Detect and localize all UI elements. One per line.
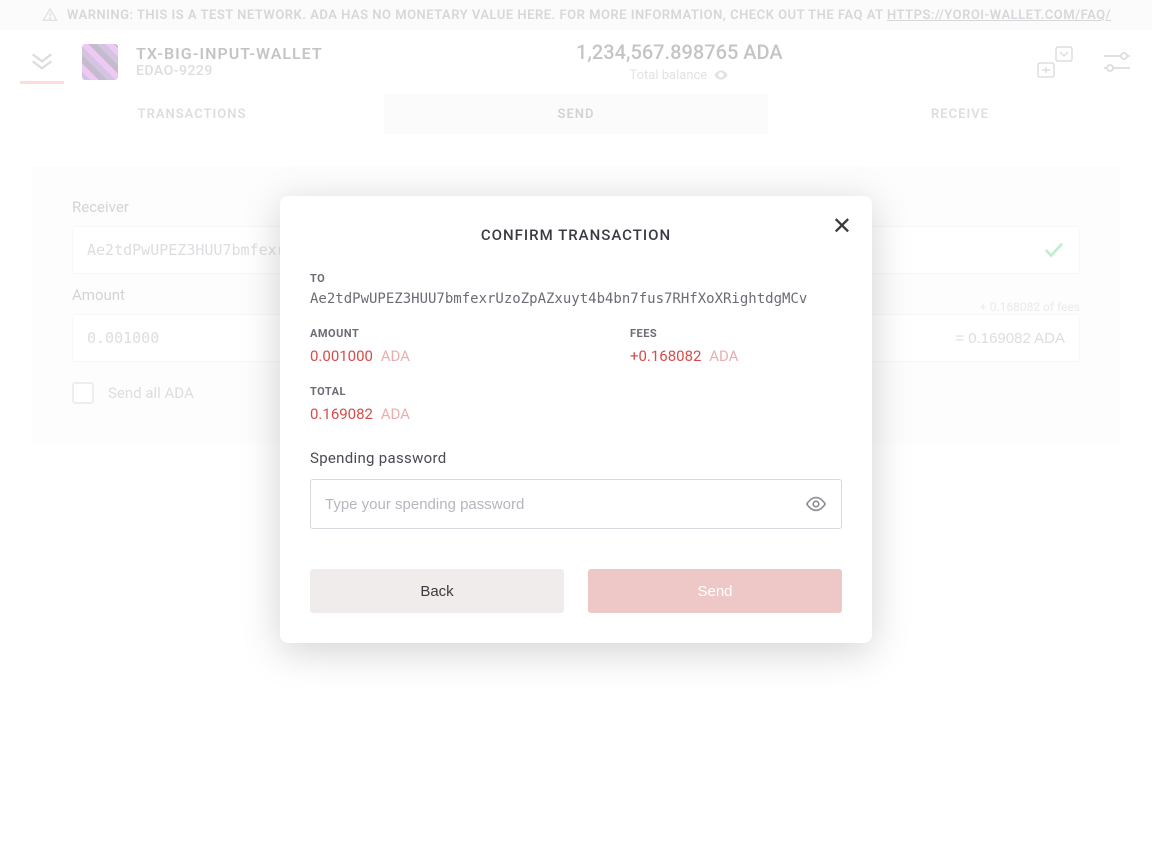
to-value: Ae2tdPwUPEZ3HUU7bmfexrUzoZpAZxuyt4b4bn7f… bbox=[310, 291, 842, 307]
fees-label-modal: FEES bbox=[630, 327, 738, 340]
modal-title: CONFIRM TRANSACTION bbox=[310, 226, 842, 244]
confirm-tx-modal: CONFIRM TRANSACTION ✕ TO Ae2tdPwUPEZ3HUU… bbox=[280, 196, 872, 643]
amount-value-modal: 0.001000 ADA bbox=[310, 346, 410, 365]
close-icon[interactable]: ✕ bbox=[832, 214, 852, 238]
to-label: TO bbox=[310, 272, 842, 285]
modal-overlay: CONFIRM TRANSACTION ✕ TO Ae2tdPwUPEZ3HUU… bbox=[0, 0, 1152, 847]
total-label-modal: TOTAL bbox=[310, 385, 842, 398]
amount-label-modal: AMOUNT bbox=[310, 327, 410, 340]
total-value-modal: 0.169082 ADA bbox=[310, 404, 842, 423]
back-button[interactable]: Back bbox=[310, 569, 564, 613]
spending-password-input[interactable] bbox=[325, 496, 827, 513]
spending-password-label: Spending password bbox=[310, 449, 842, 467]
eye-icon[interactable] bbox=[805, 493, 827, 515]
fees-value-modal: +0.168082 ADA bbox=[630, 346, 738, 365]
spending-password-input-wrap bbox=[310, 479, 842, 529]
send-button[interactable]: Send bbox=[588, 569, 842, 613]
